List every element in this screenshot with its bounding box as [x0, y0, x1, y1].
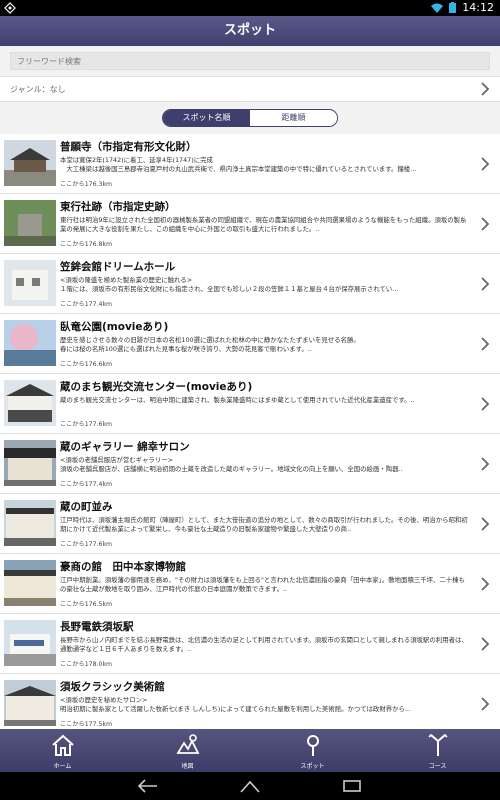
list-item[interactable]: 東行社跡（市指定史跡） 東行社は明治9年に設立された全国初の器械製糸業者の同盟組…	[0, 194, 500, 254]
status-bar: 14:12	[0, 0, 500, 16]
search-input[interactable]	[10, 52, 490, 70]
spot-thumbnail	[4, 620, 56, 666]
tab-course-label: コース	[428, 763, 447, 770]
chevron-right-icon	[481, 82, 490, 96]
tab-home[interactable]: ホーム	[0, 729, 125, 772]
spot-description: 本堂は寛保2年(1742)に着工、延享4年(1747)に完成 大工棟梁は越後国三…	[60, 156, 417, 173]
spot-description: <須坂の老舗呉服店が営むギャラリー> 須坂の老舗呉服店が、店舗横に明治初期の土蔵…	[60, 456, 403, 473]
spot-thumbnail	[4, 380, 56, 426]
list-item[interactable]: 蔵のまち観光交流センター(movieあり) 蔵のまち観光交流センターは、明治中期…	[0, 374, 500, 434]
sort-by-name-button[interactable]: スポット名順	[163, 110, 250, 126]
chevron-right-icon	[481, 397, 490, 411]
tab-spot-label: スポット	[300, 763, 325, 770]
sort-control-area: スポット名順 距離順	[0, 102, 500, 134]
spot-thumbnail	[4, 560, 56, 606]
spot-distance: ここから178.0km	[60, 661, 113, 668]
spot-thumbnail	[4, 320, 56, 366]
list-item[interactable]: 豪商の館 田中本家博物館 江戸中期創業。須坂藩の御用達を務め、"その財力は須坂藩…	[0, 554, 500, 614]
clock: 14:12	[462, 1, 494, 14]
spot-title: 蔵の町並み	[60, 501, 113, 513]
page-title: スポット	[0, 16, 500, 46]
recents-icon[interactable]	[341, 779, 363, 793]
list-item[interactable]: 臥竜公園(movieあり) 歴史を感じさせる数々の旧跡が日本の名松100選に選ば…	[0, 314, 500, 374]
list-item[interactable]: 蔵のギャラリー 綿幸サロン <須坂の老舗呉服店が営むギャラリー> 須坂の老舗呉服…	[0, 434, 500, 494]
spot-description: <須坂の歴史を秘めたサロン> 明治初期に製糸家として活躍した牧新七(まき しんし…	[60, 696, 411, 713]
home-icon	[51, 734, 74, 756]
tab-course[interactable]: コース	[375, 729, 500, 772]
spot-title: 蔵のギャラリー 綿幸サロン	[60, 441, 190, 453]
list-item[interactable]: 須坂クラシック美術館 <須坂の歴史を秘めたサロン> 明治初期に製糸家として活躍し…	[0, 674, 500, 729]
spot-thumbnail	[4, 140, 56, 186]
back-icon[interactable]	[137, 779, 159, 793]
spot-title: 普願寺（市指定有形文化財）	[60, 141, 197, 153]
chevron-right-icon	[481, 697, 490, 711]
chevron-right-icon	[481, 157, 490, 171]
search-bar	[0, 46, 500, 76]
spot-distance: ここから177.4km	[60, 301, 113, 308]
spot-distance: ここから176.6km	[60, 361, 113, 368]
spot-distance: ここから176.5km	[60, 601, 113, 608]
spot-distance: ここから177.6km	[60, 541, 113, 548]
spot-thumbnail	[4, 440, 56, 486]
spot-description: 東行社は明治9年に設立された全国初の器械製糸業者の同盟組織で、現在の農業協同組合…	[60, 216, 467, 233]
tab-home-label: ホーム	[53, 763, 72, 770]
genre-label: ジャンル：なし	[10, 85, 66, 94]
spot-title: 笠鉾会館ドリームホール	[60, 261, 176, 273]
spot-distance: ここから176.8km	[60, 241, 113, 248]
wifi-icon	[431, 3, 444, 13]
chevron-right-icon	[481, 457, 490, 471]
chevron-right-icon	[481, 637, 490, 651]
list-item[interactable]: 蔵の町並み 江戸時代は、須坂藩主堀氏の館町（陣屋町）として、また大笹街道の追分の…	[0, 494, 500, 554]
genre-filter[interactable]: ジャンル：なし	[0, 76, 500, 102]
spot-distance: ここから177.4km	[60, 481, 113, 488]
spot-distance: ここから176.3km	[60, 181, 113, 188]
course-icon	[427, 733, 448, 756]
spot-description: 蔵のまち観光交流センターは、明治中期に建築され、製糸業隆盛時にはまゆ蔵として使用…	[60, 396, 415, 404]
tab-map-label: 地図	[181, 763, 194, 770]
app-notification-icon	[4, 2, 16, 14]
spot-distance: ここから177.6km	[60, 421, 113, 428]
spot-description: 江戸時代は、須坂藩主堀氏の館町（陣屋町）として、また大笹街道の追分の地として、数…	[60, 516, 468, 533]
spot-title: 長野電鉄須坂駅	[60, 621, 134, 633]
chevron-right-icon	[481, 517, 490, 531]
spot-list: 普願寺（市指定有形文化財） 本堂は寛保2年(1742)に着工、延享4年(1747…	[0, 134, 500, 729]
spot-description: <須坂の隆盛を極めた製糸業の歴史に触れる> １階には、須坂市の有形民俗文化財にも…	[60, 276, 399, 293]
tab-map[interactable]: 地図	[125, 729, 250, 772]
tab-spot[interactable]: スポット	[250, 729, 375, 772]
sort-toggle: スポット名順 距離順	[162, 109, 338, 127]
sort-by-distance-button[interactable]: 距離順	[250, 110, 337, 126]
spot-title: 豪商の館 田中本家博物館	[60, 561, 186, 573]
spot-title: 須坂クラシック美術館	[60, 681, 165, 693]
list-item[interactable]: 普願寺（市指定有形文化財） 本堂は寛保2年(1742)に着工、延享4年(1747…	[0, 134, 500, 194]
spot-thumbnail	[4, 200, 56, 246]
spot-description: 江戸中期創業。須坂藩の御用達を務め、"その財力は須坂藩をも上回る"と言われた北信…	[60, 576, 465, 593]
chevron-right-icon	[481, 577, 490, 591]
spot-title: 東行社跡（市指定史跡）	[60, 201, 176, 213]
spot-thumbnail	[4, 680, 56, 726]
map-icon	[175, 734, 199, 754]
spot-description: 長野市から山ノ内町までを結ぶ長野電鉄は、北信濃の生活の足として利用されています。…	[60, 636, 468, 653]
pin-icon	[306, 735, 319, 756]
system-nav-bar	[0, 772, 500, 800]
bottom-tab-bar: ホーム 地図 スポット コース	[0, 729, 500, 772]
chevron-right-icon	[481, 217, 490, 231]
spot-description: 歴史を感じさせる数々の旧跡が日本の名松100選に選ばれた松林の中に静かなたたずま…	[60, 336, 360, 353]
battery-icon	[449, 2, 457, 13]
spot-title: 蔵のまち観光交流センター(movieあり)	[60, 381, 253, 393]
spot-thumbnail	[4, 260, 56, 306]
spot-title: 臥竜公園(movieあり)	[60, 321, 169, 333]
home-nav-icon[interactable]	[239, 779, 261, 793]
list-item[interactable]: 笠鉾会館ドリームホール <須坂の隆盛を極めた製糸業の歴史に触れる> １階には、須…	[0, 254, 500, 314]
chevron-right-icon	[481, 277, 490, 291]
spot-distance: ここから177.5km	[60, 721, 113, 728]
spot-thumbnail	[4, 500, 56, 546]
chevron-right-icon	[481, 337, 490, 351]
list-item[interactable]: 長野電鉄須坂駅 長野市から山ノ内町までを結ぶ長野電鉄は、北信濃の生活の足として利…	[0, 614, 500, 674]
